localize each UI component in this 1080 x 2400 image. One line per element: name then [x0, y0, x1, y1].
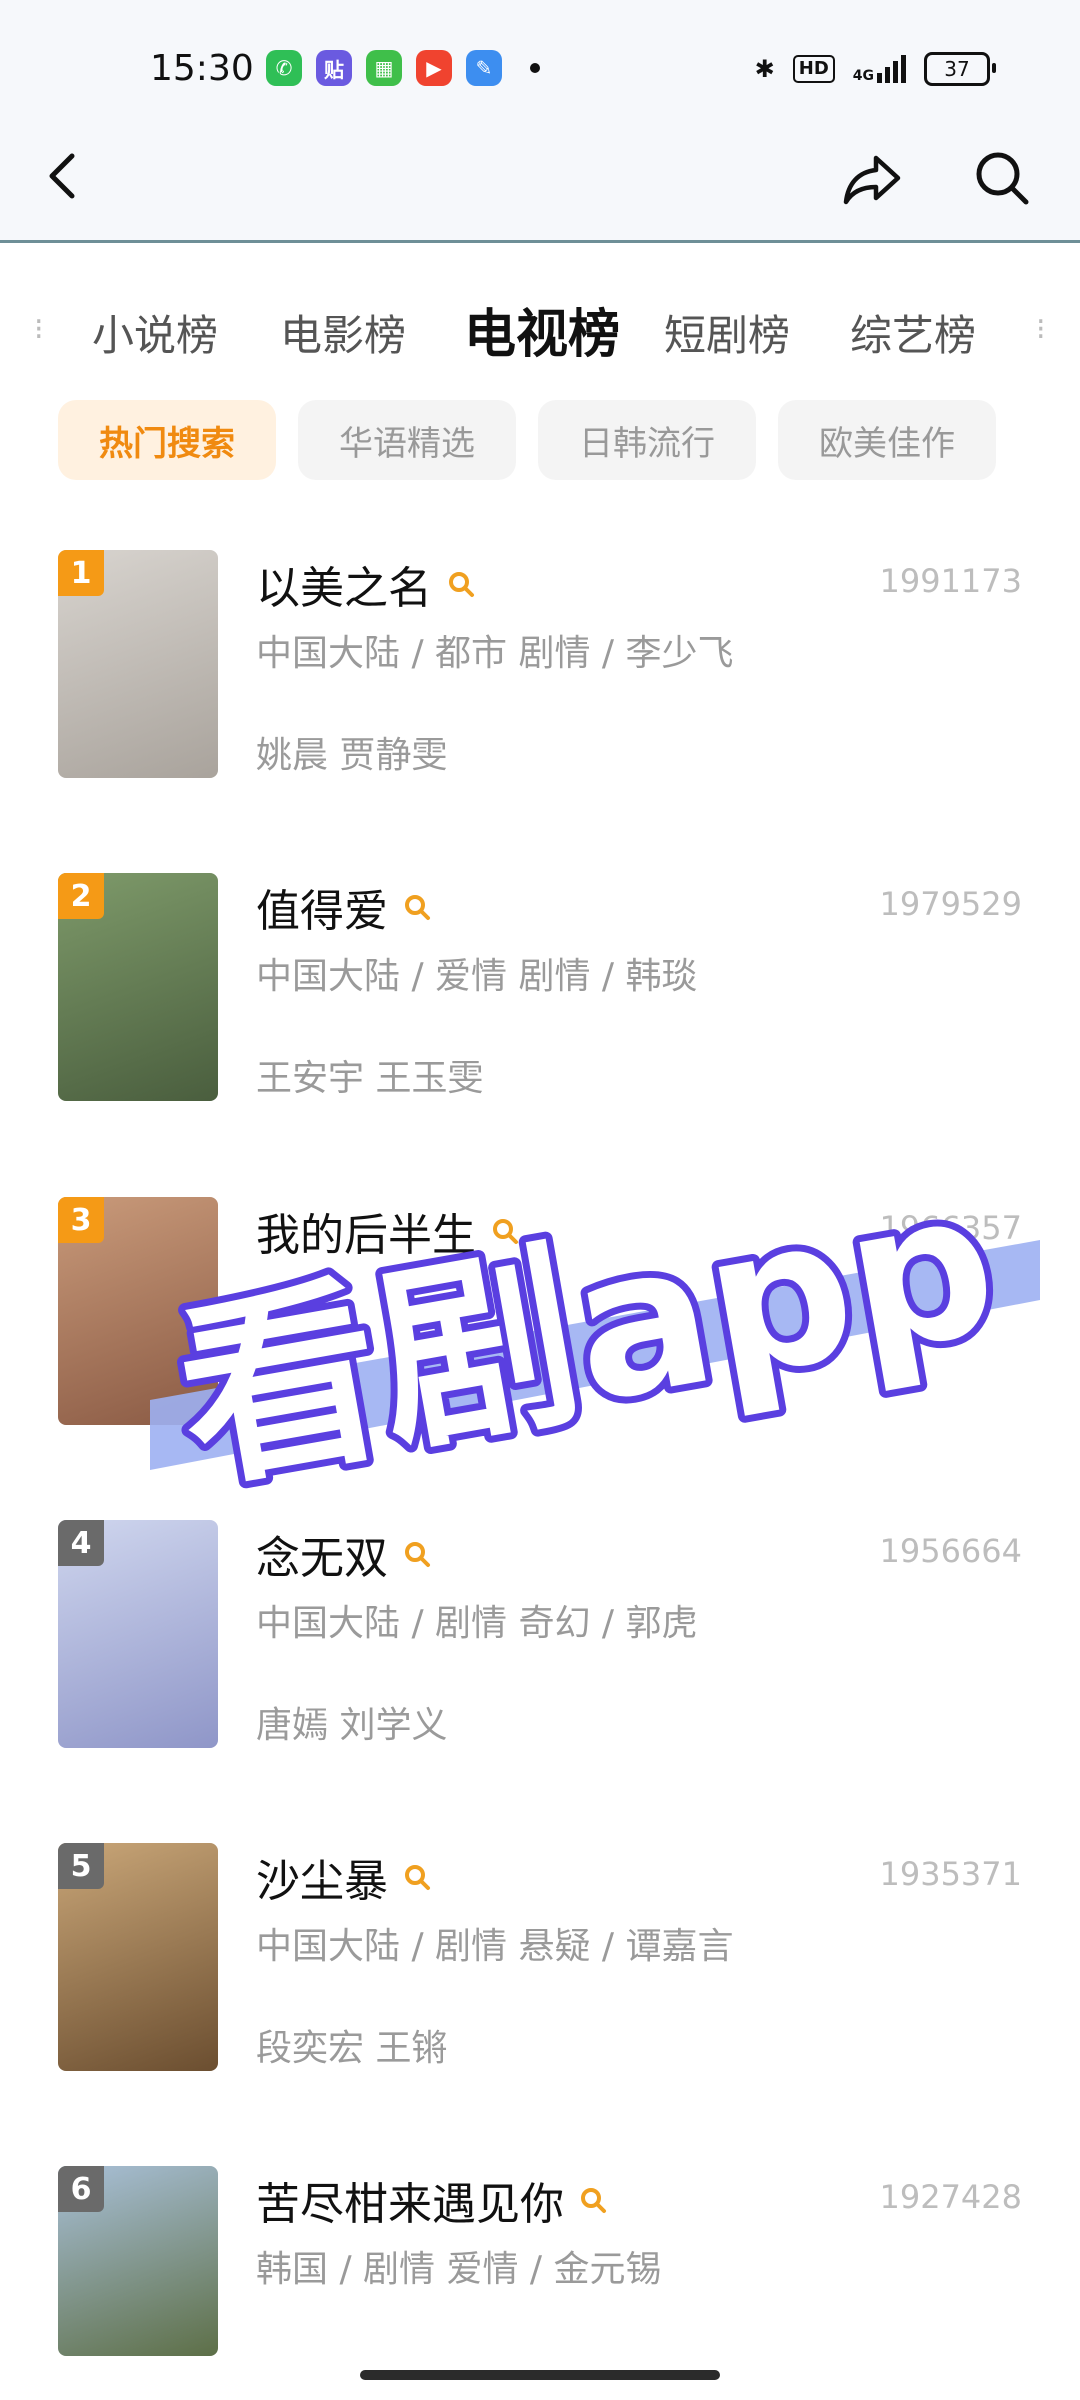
hd-badge: HD — [792, 55, 835, 83]
item-meta: 中国大陆 / 都市 剧情 / 李少飞 — [256, 633, 734, 674]
item-title[interactable]: 我的后半生 — [256, 1199, 476, 1263]
poster-image[interactable]: 4 — [58, 1520, 218, 1748]
subtab-jk-popular[interactable]: 日韩流行 — [538, 400, 756, 480]
battery-icon: 37 — [924, 52, 996, 86]
nav-divider — [0, 240, 1080, 243]
item-cast: 姚晨 贾静雯 — [256, 735, 448, 776]
notification-icons: ✆ 贴 ▦ ▶ ✎ — [266, 50, 540, 86]
poster-image[interactable]: 3 — [58, 1197, 218, 1425]
poster-image[interactable]: 2 — [58, 873, 218, 1101]
item-title[interactable]: 沙尘暴 — [256, 1845, 388, 1909]
tab-novel-rank[interactable]: 小说榜 — [92, 302, 218, 363]
item-cast: 唐嫣 刘学义 — [256, 1705, 448, 1746]
item-score: 1927428 — [879, 2178, 1022, 2216]
list-item[interactable]: 4 念无双 1956664 中国大陆 / 剧情 奇幻 / 郭虎 唐嫣 刘学义 — [0, 1520, 1080, 1790]
item-title[interactable]: 念无双 — [256, 1522, 388, 1586]
subtab-chinese-picks[interactable]: 华语精选 — [298, 400, 516, 480]
bluetooth-icon: ✱ — [754, 55, 775, 83]
tieba-icon: 贴 — [316, 50, 352, 86]
feather-app-icon: ✎ — [466, 50, 502, 86]
share-button[interactable] — [840, 146, 904, 210]
search-icon[interactable] — [402, 892, 432, 922]
item-score: 1956664 — [879, 1532, 1022, 1570]
poster-image[interactable]: 1 — [58, 550, 218, 778]
search-button[interactable] — [970, 146, 1034, 210]
search-icon[interactable] — [446, 569, 476, 599]
item-meta: 中国大陆 / 剧情 奇幻 / 郭虎 — [256, 1603, 698, 1644]
back-arrow-icon — [49, 153, 75, 199]
item-score: 1979529 — [879, 885, 1022, 923]
category-tabs: ⁝ 小说榜 电影榜 电视榜 短剧榜 综艺榜 ⁝ — [0, 288, 1080, 368]
item-score: 1966357 — [879, 1209, 1022, 1247]
poster-image[interactable]: 5 — [58, 1843, 218, 2071]
item-score: 1991173 — [879, 562, 1022, 600]
search-icon[interactable] — [402, 1862, 432, 1892]
category-tab-partial-right[interactable]: ⁝ — [1036, 312, 1046, 347]
item-cast: 段奕宏 王锵 — [256, 2028, 448, 2069]
list-item[interactable]: 5 沙尘暴 1935371 中国大陆 / 剧情 悬疑 / 谭嘉言 段奕宏 王锵 — [0, 1843, 1080, 2113]
tab-variety-rank[interactable]: 综艺榜 — [850, 302, 976, 363]
signal-icon: 4G — [853, 55, 906, 83]
search-icon[interactable] — [578, 2185, 608, 2215]
item-score: 1935371 — [879, 1855, 1022, 1893]
calendar-app-icon: ▦ — [366, 50, 402, 86]
search-icon — [976, 152, 1029, 205]
nav-bar — [0, 140, 1080, 240]
status-time: 15:30 — [150, 48, 254, 89]
network-type-label: 4G — [852, 68, 874, 84]
rank-badge: 2 — [58, 873, 104, 919]
item-title[interactable]: 以美之名 — [256, 552, 432, 616]
list-item[interactable]: 6 苦尽柑来遇见你 1927428 韩国 / 剧情 爱情 / 金元锡 — [0, 2166, 1080, 2366]
poster-image[interactable]: 6 — [58, 2166, 218, 2356]
category-tab-partial-left[interactable]: ⁝ — [34, 312, 44, 347]
subtab-hot-search[interactable]: 热门搜索 — [58, 400, 276, 480]
tab-short-drama-rank[interactable]: 短剧榜 — [664, 302, 790, 363]
item-title[interactable]: 苦尽柑来遇见你 — [256, 2168, 564, 2232]
rank-badge: 5 — [58, 1843, 104, 1889]
item-meta: 中国大陆 / 剧情 悬疑 / 谭嘉言 — [256, 1926, 734, 1967]
rank-badge: 4 — [58, 1520, 104, 1566]
phone-icon: ✆ — [266, 50, 302, 86]
battery-level: 37 — [944, 57, 970, 81]
list-item[interactable]: 1 以美之名 1991173 中国大陆 / 都市 剧情 / 李少飞 姚晨 贾静雯 — [0, 550, 1080, 820]
item-title[interactable]: 值得爱 — [256, 875, 388, 939]
rank-badge: 6 — [58, 2166, 104, 2212]
subtab-western-picks[interactable]: 欧美佳作 — [778, 400, 996, 480]
system-icons: ✱ HD 4G 37 — [754, 52, 996, 86]
list-item[interactable]: 3 我的后半生 1966357 — [0, 1197, 1080, 1467]
sub-tabs: 热门搜索 华语精选 日韩流行 欧美佳作 — [0, 400, 1080, 480]
search-icon[interactable] — [490, 1216, 520, 1246]
rank-badge: 3 — [58, 1197, 104, 1243]
item-cast: 王安宇 王玉雯 — [256, 1058, 484, 1099]
search-icon[interactable] — [402, 1539, 432, 1569]
share-icon — [843, 155, 901, 205]
video-app-icon: ▶ — [416, 50, 452, 86]
item-meta: 中国大陆 / 爱情 剧情 / 韩琰 — [256, 956, 698, 997]
rank-badge: 1 — [58, 550, 104, 596]
back-button[interactable] — [40, 146, 90, 206]
status-bar: 15:30 ✆ 贴 ▦ ▶ ✎ ✱ HD 4G 37 — [0, 0, 1080, 140]
item-meta: 韩国 / 剧情 爱情 / 金元锡 — [256, 2249, 662, 2290]
tab-tv-rank[interactable]: 电视榜 — [464, 292, 620, 367]
tab-movie-rank[interactable]: 电影榜 — [280, 302, 406, 363]
list-item[interactable]: 2 值得爱 1979529 中国大陆 / 爱情 剧情 / 韩琰 王安宇 王玉雯 — [0, 873, 1080, 1143]
more-notifications-dot — [530, 63, 540, 73]
home-indicator[interactable] — [360, 2370, 720, 2380]
